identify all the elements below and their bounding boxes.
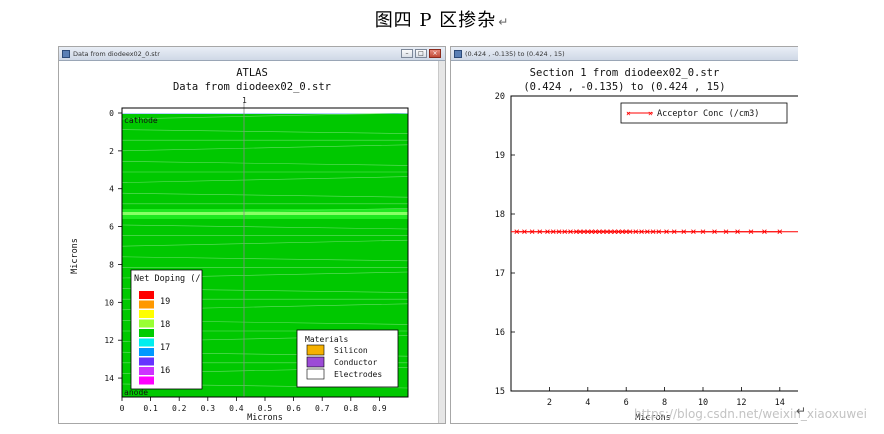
chart-y-tick-label: 18 <box>495 210 505 220</box>
maximize-button[interactable]: □ <box>415 49 427 58</box>
doping-legend-title: Net Doping (/ <box>134 274 201 284</box>
cutline-window-title: (0.424 , -0.135) to (0.424 , 15) <box>465 50 565 58</box>
doping-swatch <box>139 338 154 347</box>
doping-swatch <box>139 348 154 356</box>
figure-caption: 图四 P 区掺杂 ↵ <box>0 6 884 32</box>
y-tick-label: 0 <box>109 109 114 118</box>
electrodes-swatch <box>306 368 325 380</box>
doping-swatch <box>139 376 154 385</box>
structure-plot[interactable]: 1 cathode anode 02468101214 0 0.1 0.2 0.3 0.… <box>59 61 446 424</box>
x-tick-label: 0.7 <box>315 404 330 413</box>
legend-marker-b: × <box>648 109 653 118</box>
y-tick-label: 14 <box>104 374 114 383</box>
x-tick-label: 0.4 <box>229 404 244 413</box>
structure-window-titlebar[interactable]: Data from diodeex02_0.str – □ × <box>59 47 445 61</box>
cutline-window[interactable]: (0.424 , -0.135) to (0.424 , 15) Section… <box>450 46 798 424</box>
chart-x-tick-label: 4 <box>585 398 590 408</box>
chart-frame <box>510 95 798 392</box>
app-icon <box>454 50 462 58</box>
doping-swatch <box>139 300 154 309</box>
conductor-swatch <box>306 356 325 368</box>
y-tick-label: 4 <box>109 185 114 194</box>
chart-y-tick-label: 15 <box>495 387 505 397</box>
x-tick-label: 0.9 <box>372 404 387 413</box>
cathode-electrode <box>121 107 409 115</box>
doping-legend-label: 17 <box>160 343 170 353</box>
y-tick-label: 10 <box>104 298 114 307</box>
junction-line <box>122 212 408 215</box>
doping-legend-label: 16 <box>160 366 170 376</box>
y-tick-label: 8 <box>109 260 114 269</box>
cutline-label: 1 <box>242 96 247 105</box>
doping-swatch <box>139 319 154 328</box>
chart-y-tick-label: 19 <box>495 151 505 161</box>
x-tick-label: 0.6 <box>286 404 301 413</box>
x-tick-label: 0.5 <box>258 404 273 413</box>
silicon-label: Silicon <box>334 346 368 355</box>
chart-legend: × × Acceptor Conc (/cm3) <box>620 102 788 124</box>
silicon-swatch <box>306 344 325 356</box>
doping-swatch <box>139 357 154 366</box>
x-tick-label: 0.3 <box>201 404 216 413</box>
chart-y-tick-label: 17 <box>495 269 505 279</box>
y-axis: 0 2 4 6 8 10 12 14 <box>104 109 122 383</box>
doping-swatch <box>139 291 154 299</box>
materials-legend-title: Materials <box>305 335 349 344</box>
materials-legend: Materials Silicon Conductor Electrodes <box>296 329 399 388</box>
cutline-window-titlebar[interactable]: (0.424 , -0.135) to (0.424 , 15) <box>451 47 798 61</box>
close-button[interactable]: × <box>429 49 441 58</box>
caption-text: 图四 P 区掺杂 <box>374 10 497 31</box>
x-tick-label: 0.2 <box>172 404 187 413</box>
conductor-label: Conductor <box>334 358 378 367</box>
legend-label: Acceptor Conc (/cm3) <box>657 109 759 119</box>
structure-window[interactable]: Data from diodeex02_0.str – □ × ATLAS Da… <box>58 46 446 424</box>
y-axis-label: Microns <box>70 238 80 274</box>
x-tick-label: 0.1 <box>143 404 158 413</box>
chart-y-tick-label: 20 <box>495 92 505 102</box>
cathode-label: cathode <box>124 116 158 125</box>
electrodes-label: Electrodes <box>334 370 382 379</box>
doping-legend-label: 18 <box>160 320 170 330</box>
app-icon <box>62 50 70 58</box>
y-tick-label: 2 <box>109 147 114 156</box>
x-axis: 0 0.1 0.2 0.3 0.4 0.5 0.6 0.7 0.8 0.9 <box>120 397 387 413</box>
doping-swatch <box>139 329 154 337</box>
doping-legend: Net Doping (/ 19 18 17 16 <box>130 269 203 390</box>
minimize-button[interactable]: – <box>401 49 413 58</box>
chart-x-tick-label: 6 <box>624 398 629 408</box>
doping-swatch <box>139 367 154 375</box>
acceptor-chart[interactable]: 151617181920 2 4 6 8 10 12 14 × × Acceptor Con… <box>451 61 798 424</box>
structure-window-title: Data from diodeex02_0.str <box>73 50 160 58</box>
y-tick-label: 12 <box>104 336 114 345</box>
chart-y-tick-label: 16 <box>495 328 505 338</box>
paragraph-mark-right: ↵ <box>796 404 807 418</box>
paragraph-mark: ↵ <box>498 15 510 29</box>
y-tick-label: 6 <box>109 223 114 232</box>
doping-swatch <box>139 310 154 318</box>
watermark: https://blog.csdn.net/weixin_xiaoxuwei <box>634 407 867 421</box>
x-axis-label: Microns <box>247 413 283 423</box>
x-tick-label: 0.8 <box>344 404 359 413</box>
doping-legend-label: 19 <box>160 297 170 307</box>
chart-x-tick-label: 2 <box>547 398 552 408</box>
legend-marker-a: × <box>626 109 631 118</box>
x-tick-label: 0 <box>120 404 125 413</box>
